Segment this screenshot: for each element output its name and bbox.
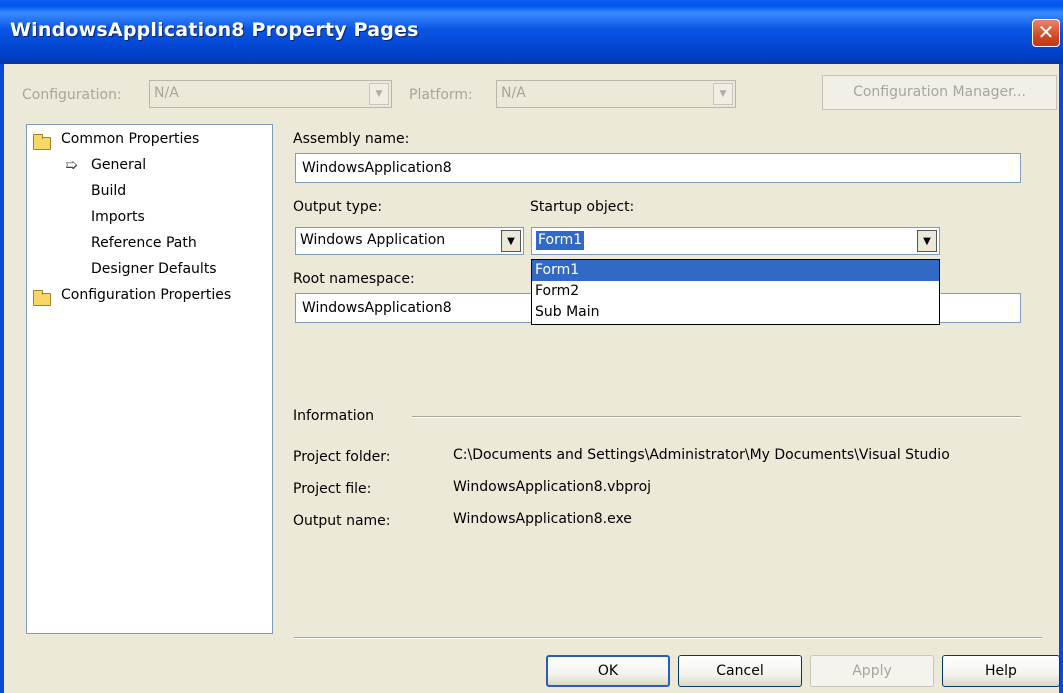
tree-item-build[interactable]: Build <box>91 183 126 199</box>
configuration-value: N/A <box>154 85 179 101</box>
startup-object-label: Startup object: <box>530 199 635 215</box>
chevron-down-icon[interactable]: ▼ <box>917 230 937 252</box>
window-frame-right <box>1059 64 1063 693</box>
tree-item-label: Common Properties <box>61 131 200 147</box>
tree-item-label: Configuration Properties <box>61 287 232 303</box>
project-folder-value: C:\Documents and Settings\Administrator\… <box>453 447 950 463</box>
open-folder-icon <box>33 134 51 150</box>
project-folder-label: Project folder: <box>293 449 391 465</box>
assembly-name-label: Assembly name: <box>293 131 410 147</box>
bottom-separator <box>294 637 1042 639</box>
dropdown-option-form2[interactable]: Form2 <box>532 281 939 302</box>
output-type-label: Output type: <box>293 199 383 215</box>
close-button[interactable]: ✕ <box>1032 19 1060 47</box>
tree-item-imports[interactable]: Imports <box>91 209 145 225</box>
property-tree[interactable]: Common Properties ➯ General Build Import… <box>26 124 273 634</box>
startup-object-value: Form1 <box>536 231 585 250</box>
cancel-button[interactable]: Cancel <box>678 655 802 687</box>
assembly-name-field[interactable]: WindowsApplication8 <box>295 153 1021 183</box>
dropdown-option-form1[interactable]: Form1 <box>532 260 939 281</box>
tree-item-label: General <box>91 157 147 173</box>
output-name-label: Output name: <box>293 513 391 529</box>
configuration-combo[interactable]: N/A ▼ <box>149 80 392 108</box>
root-namespace-label: Root namespace: <box>293 271 415 287</box>
startup-object-dropdown-list[interactable]: Form1 Form2 Sub Main <box>531 259 940 325</box>
chevron-down-icon: ▼ <box>369 83 389 105</box>
project-file-value: WindowsApplication8.vbproj <box>453 479 652 495</box>
output-type-select[interactable]: Windows Application ▼ <box>295 227 524 255</box>
title-bar[interactable]: WindowsApplication8 Property Pages ✕ <box>0 0 1063 64</box>
arrow-right-icon: ➯ <box>65 156 78 174</box>
folder-icon <box>33 290 51 306</box>
information-divider <box>412 416 1021 418</box>
help-button[interactable]: Help <box>942 655 1060 687</box>
assembly-name-value: WindowsApplication8 <box>302 160 452 176</box>
window-title: WindowsApplication8 Property Pages <box>10 19 419 41</box>
apply-button[interactable]: Apply <box>810 655 934 687</box>
information-heading: Information <box>293 408 375 424</box>
tree-item-designer-defaults[interactable]: Designer Defaults <box>91 261 217 277</box>
output-type-value: Windows Application <box>300 232 446 248</box>
startup-object-select[interactable]: Form1 ▼ <box>531 227 940 255</box>
project-file-label: Project file: <box>293 481 372 497</box>
output-name-value: WindowsApplication8.exe <box>453 511 632 527</box>
configuration-manager-button[interactable]: Configuration Manager... <box>822 75 1057 110</box>
dropdown-option-sub-main[interactable]: Sub Main <box>532 302 939 323</box>
tree-item-reference-path[interactable]: Reference Path <box>91 235 197 251</box>
chevron-down-icon[interactable]: ▼ <box>501 230 521 252</box>
window-frame-left <box>0 64 4 693</box>
close-icon: ✕ <box>1037 20 1055 44</box>
platform-combo[interactable]: N/A ▼ <box>496 80 736 108</box>
chevron-down-icon: ▼ <box>713 83 733 105</box>
configuration-label: Configuration: <box>22 87 122 103</box>
platform-label: Platform: <box>409 87 473 103</box>
platform-value: N/A <box>501 85 526 101</box>
root-namespace-value: WindowsApplication8 <box>302 300 452 316</box>
ok-button[interactable]: OK <box>546 655 670 687</box>
